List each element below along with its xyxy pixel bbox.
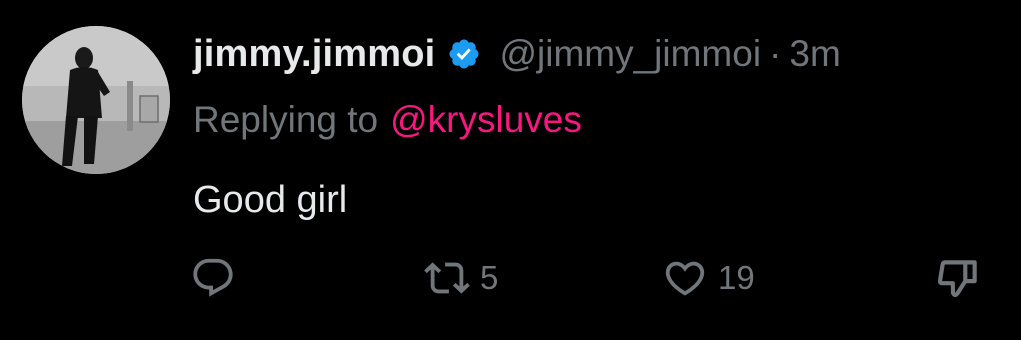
tweet-text: Good girl	[193, 178, 348, 221]
reply-icon	[190, 255, 236, 301]
replying-to-label: Replying to	[193, 99, 379, 140]
separator-dot: ·	[769, 33, 782, 74]
dislike-button[interactable]	[933, 248, 993, 308]
tweet-header: jimmy.jimmoi @jimmy_jimmoi · 3m	[193, 24, 841, 84]
display-name[interactable]: jimmy.jimmoi	[193, 33, 435, 76]
retweet-button[interactable]: 5	[424, 248, 498, 308]
replying-to: Replying to @krysluves	[193, 92, 582, 148]
like-count: 19	[718, 259, 755, 296]
retweet-icon	[424, 255, 470, 301]
action-bar: 5 19	[0, 248, 1021, 308]
avatar[interactable]	[22, 26, 170, 174]
thumbs-down-icon	[933, 253, 983, 303]
reply-target-link[interactable]: @krysluves	[390, 99, 582, 141]
timestamp[interactable]: 3m	[789, 33, 840, 75]
handle[interactable]: @jimmy_jimmoi	[499, 33, 761, 75]
verified-badge-icon	[447, 37, 481, 71]
tweet-card[interactable]: jimmy.jimmoi @jimmy_jimmoi · 3m Replying…	[0, 0, 1021, 340]
retweet-count: 5	[480, 259, 499, 296]
avatar-photo	[22, 26, 170, 174]
like-button[interactable]: 19	[662, 248, 755, 308]
reply-button[interactable]	[190, 248, 246, 308]
heart-icon	[662, 255, 708, 301]
